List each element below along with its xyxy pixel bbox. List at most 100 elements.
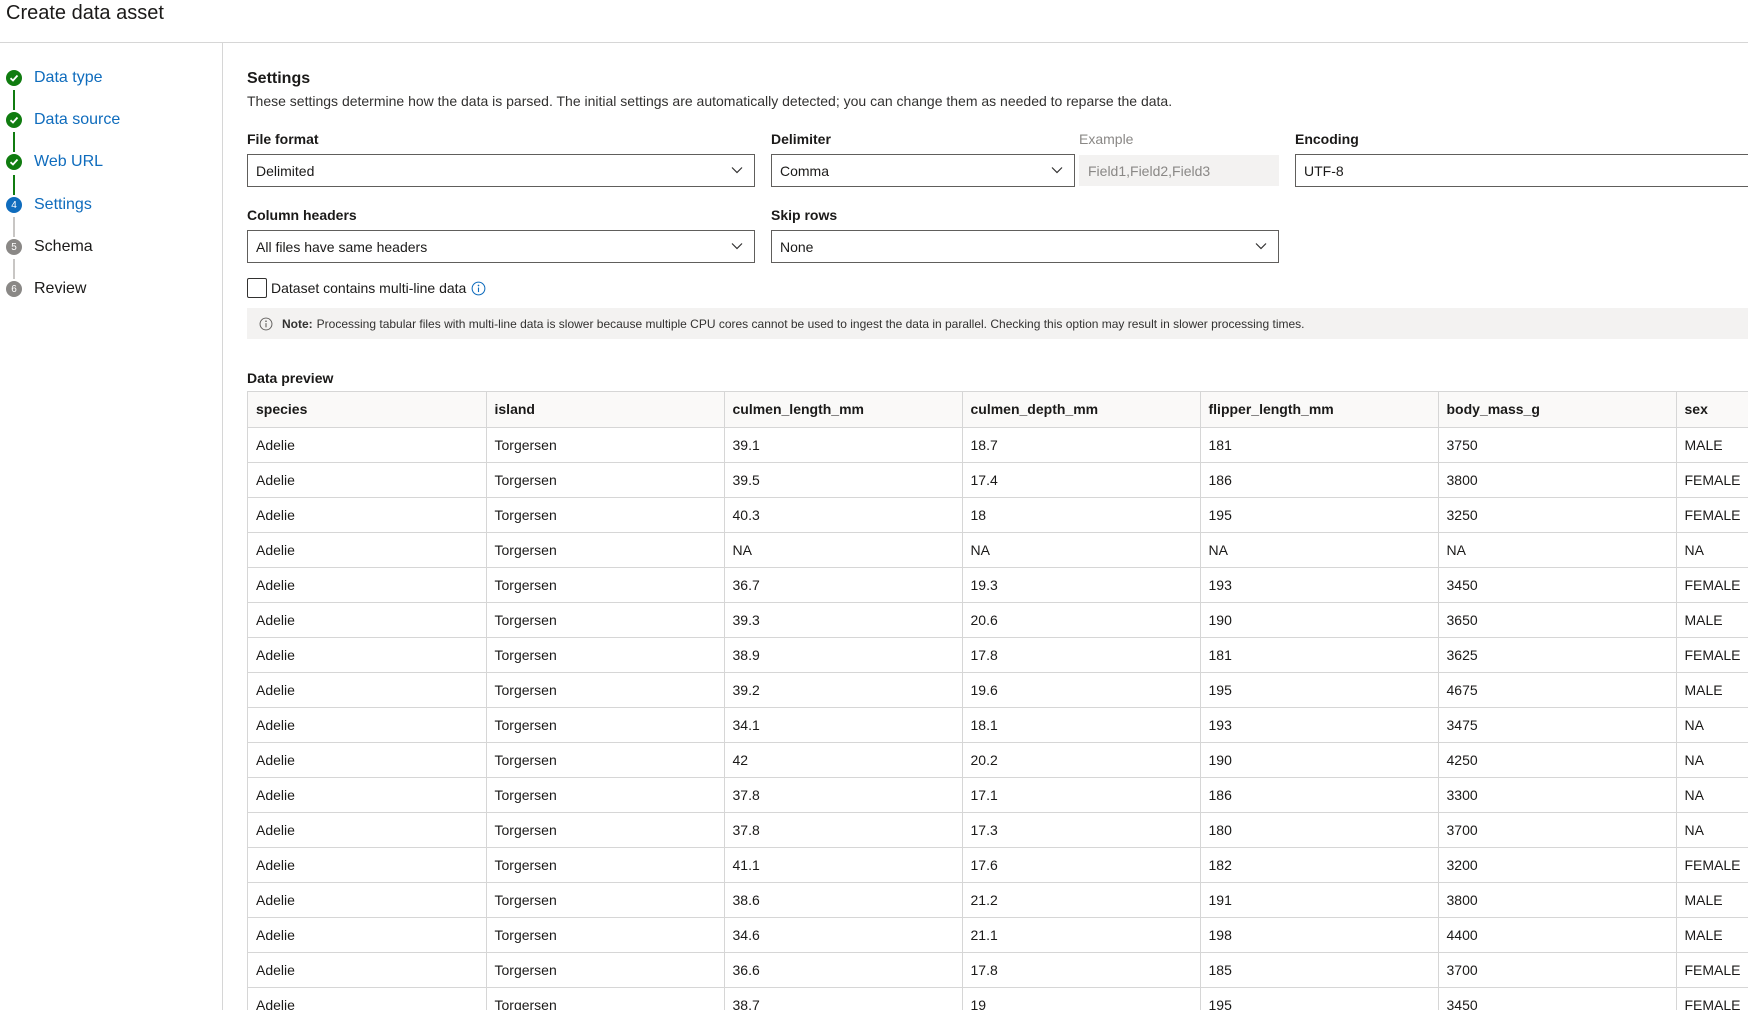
table-cell: 18.1 [962, 707, 1201, 743]
step-settings[interactable]: 4 Settings [6, 194, 92, 216]
table-cell: Torgersen [486, 917, 725, 953]
table-cell: 42 [724, 742, 963, 778]
table-cell: Adelie [248, 882, 487, 918]
table-cell: Adelie [248, 952, 487, 988]
table-cell: Adelie [248, 427, 487, 463]
multiline-note: Note: Processing tabular files with mult… [247, 308, 1748, 339]
file-format-dropdown[interactable]: Delimited [247, 154, 755, 187]
table-cell: Adelie [248, 777, 487, 813]
table-cell: Torgersen [486, 812, 725, 848]
checkmark-icon [6, 112, 22, 128]
step-connector [13, 175, 15, 195]
table-cell: 38.6 [724, 882, 963, 918]
encoding-dropdown[interactable]: UTF-8 [1295, 154, 1748, 187]
step-data-source[interactable]: Data source [6, 109, 120, 131]
info-icon[interactable] [471, 281, 486, 296]
table-cell: Adelie [248, 462, 487, 498]
table-cell: Adelie [248, 567, 487, 603]
table-cell: Torgersen [486, 742, 725, 778]
step-number-badge: 5 [6, 239, 22, 255]
table-row: Adelie Torgersen 39.5 17.4 186 3800 FEMALE [248, 462, 1748, 498]
table-cell: 34.1 [724, 707, 963, 743]
delimiter-label: Delimiter [771, 131, 831, 147]
chevron-down-icon [1051, 167, 1063, 174]
table-cell: Adelie [248, 812, 487, 848]
table-cell: Torgersen [486, 637, 725, 673]
table-cell: Torgersen [486, 882, 725, 918]
table-cell: 18.7 [962, 427, 1201, 463]
table-cell: MALE [1676, 882, 1748, 918]
table-cell: 4675 [1438, 672, 1677, 708]
table-cell: 198 [1200, 917, 1439, 953]
skip-rows-dropdown[interactable]: None [771, 230, 1279, 263]
table-cell: Torgersen [486, 602, 725, 638]
chevron-down-icon [1255, 243, 1267, 250]
column-header: body_mass_g [1438, 392, 1677, 428]
table-row: Adelie Torgersen 34.1 18.1 193 3475 NA [248, 707, 1748, 743]
step-web-url[interactable]: Web URL [6, 151, 103, 173]
table-cell: NA [1676, 777, 1748, 813]
checkmark-icon [6, 154, 22, 170]
table-cell: 36.7 [724, 567, 963, 603]
column-headers-label: Column headers [247, 207, 357, 223]
table-row: Adelie Torgersen 39.3 20.6 190 3650 MALE [248, 602, 1748, 638]
note-text: Processing tabular files with multi-line… [316, 316, 1305, 331]
step-label[interactable]: Settings [34, 196, 92, 214]
step-label[interactable]: Data source [34, 111, 120, 129]
column-headers-value: All files have same headers [256, 238, 428, 255]
table-cell: Adelie [248, 637, 487, 673]
table-cell: 181 [1200, 637, 1439, 673]
table-cell: Adelie [248, 742, 487, 778]
table-cell: Adelie [248, 987, 487, 1010]
table-cell: 3625 [1438, 637, 1677, 673]
table-cell: 3475 [1438, 707, 1677, 743]
table-cell: Adelie [248, 532, 487, 568]
column-header: culmen_depth_mm [962, 392, 1201, 428]
table-cell: 18 [962, 497, 1201, 533]
table-cell: MALE [1676, 917, 1748, 953]
step-connector [13, 90, 15, 110]
table-cell: MALE [1676, 427, 1748, 463]
step-number-badge: 6 [6, 281, 22, 297]
step-label: Review [34, 280, 87, 297]
note-prefix: Note: [282, 316, 313, 331]
table-cell: Adelie [248, 707, 487, 743]
multiline-checkbox[interactable] [247, 278, 267, 298]
table-cell: 3700 [1438, 812, 1677, 848]
step-label[interactable]: Data type [34, 69, 102, 87]
encoding-label: Encoding [1295, 131, 1359, 147]
table-row: Adelie Torgersen 38.9 17.8 181 3625 FEMALE [248, 637, 1748, 673]
file-format-value: Delimited [256, 162, 315, 179]
encoding-value: UTF-8 [1304, 162, 1344, 179]
step-label[interactable]: Web URL [34, 153, 103, 171]
multiline-label[interactable]: Dataset contains multi-line data [271, 280, 466, 296]
step-data-type[interactable]: Data type [6, 67, 102, 89]
table-cell: Adelie [248, 672, 487, 708]
table-cell: 190 [1200, 602, 1439, 638]
table-cell: 17.3 [962, 812, 1201, 848]
table-cell: Torgersen [486, 462, 725, 498]
skip-rows-label: Skip rows [771, 207, 838, 223]
section-title: Settings [247, 70, 311, 87]
table-cell: Adelie [248, 602, 487, 638]
table-cell: 186 [1200, 777, 1439, 813]
table-cell: 21.2 [962, 882, 1201, 918]
table-row: Adelie Torgersen NA NA NA NA NA [248, 532, 1748, 568]
info-icon [259, 317, 273, 330]
table-cell: 38.9 [724, 637, 963, 673]
table-cell: 39.2 [724, 672, 963, 708]
column-headers-dropdown[interactable]: All files have same headers [247, 230, 755, 263]
delimiter-dropdown[interactable]: Comma [771, 154, 1075, 187]
table-cell: NA [1676, 742, 1748, 778]
table-cell: MALE [1676, 672, 1748, 708]
chevron-down-icon [731, 243, 743, 250]
column-header: island [486, 392, 725, 428]
table-cell: 21.1 [962, 917, 1201, 953]
table-cell: Torgersen [486, 427, 725, 463]
table-cell: 191 [1200, 882, 1439, 918]
table-cell: FEMALE [1676, 462, 1748, 498]
table-cell: 186 [1200, 462, 1439, 498]
table-cell: 3650 [1438, 602, 1677, 638]
table-cell: 3700 [1438, 952, 1677, 988]
table-cell: Torgersen [486, 847, 725, 883]
